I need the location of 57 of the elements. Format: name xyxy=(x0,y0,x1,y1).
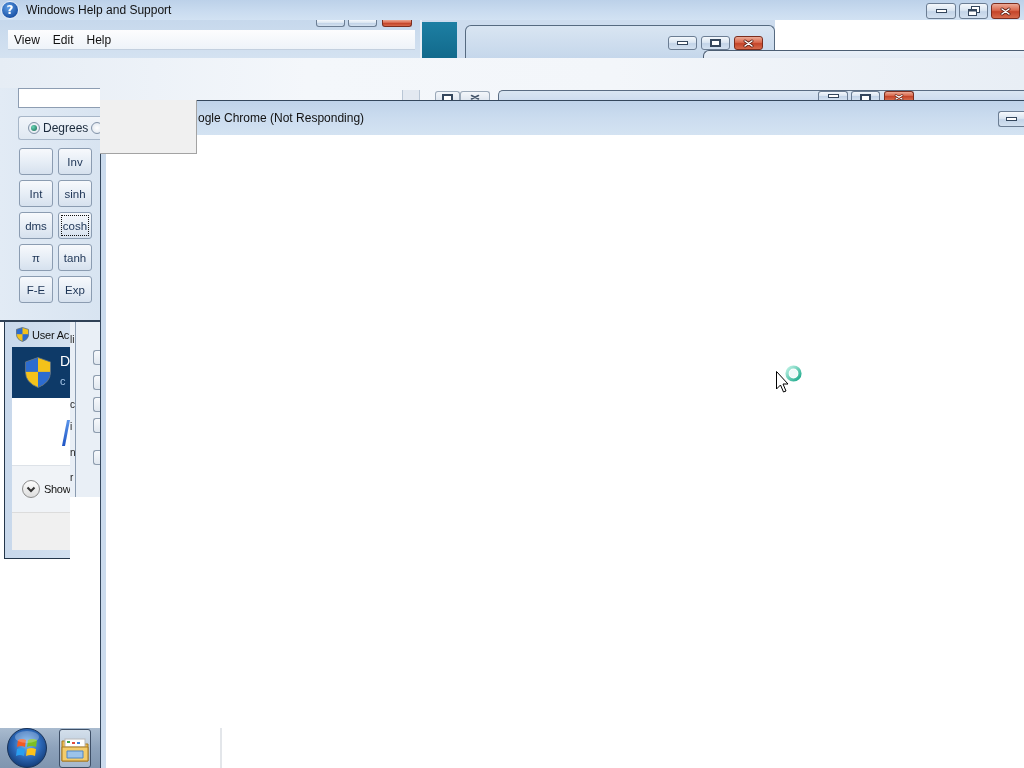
banner-heading: D xyxy=(60,353,71,370)
minimize-button[interactable] xyxy=(926,3,956,19)
option-button[interactable] xyxy=(93,397,100,412)
restore-button[interactable] xyxy=(959,3,988,19)
calculator-key[interactable]: Int xyxy=(19,180,53,207)
minimize-icon xyxy=(935,9,947,13)
close-button[interactable] xyxy=(991,3,1020,19)
maximize-button[interactable] xyxy=(701,36,730,50)
menu-item[interactable]: Edit xyxy=(46,30,80,49)
restore-icon xyxy=(967,6,980,16)
text-fragment: n xyxy=(70,447,76,459)
radio-label[interactable]: Degrees xyxy=(43,121,89,135)
folder-icon xyxy=(61,735,89,762)
text-fragment: r xyxy=(70,472,74,484)
menu-item[interactable]: Help xyxy=(80,30,118,49)
calculator-key[interactable]: π xyxy=(19,244,53,271)
calculator-key[interactable]: dms xyxy=(19,212,53,239)
window-title: User Ac xyxy=(32,328,70,341)
chevron-down-icon[interactable] xyxy=(22,480,40,498)
option-button[interactable] xyxy=(93,418,100,433)
close-button[interactable] xyxy=(734,36,763,50)
busy-cursor-icon xyxy=(776,365,802,393)
close-icon xyxy=(743,38,754,48)
maximize-icon xyxy=(710,39,721,47)
details-link[interactable]: Show xyxy=(44,483,71,495)
taskbar-button[interactable] xyxy=(59,729,91,768)
calculator-key[interactable]: Inv xyxy=(58,148,92,175)
minimize-button[interactable] xyxy=(998,111,1024,127)
minimize-button[interactable] xyxy=(668,36,697,50)
text-fragment: i xyxy=(70,421,73,433)
close-icon xyxy=(470,94,480,100)
start-button[interactable] xyxy=(5,728,49,768)
option-button[interactable] xyxy=(93,450,100,465)
menu-item[interactable]: View xyxy=(8,30,46,49)
option-button[interactable] xyxy=(93,375,100,390)
window-title: Windows Help and Support xyxy=(26,3,172,17)
option-button[interactable] xyxy=(93,350,100,365)
calculator-key[interactable]: cosh xyxy=(58,212,92,239)
calculator-key[interactable] xyxy=(19,148,53,175)
calculator-key[interactable]: F-E xyxy=(19,276,53,303)
close-button[interactable] xyxy=(382,20,412,27)
minimize-icon xyxy=(677,41,688,45)
banner-text: c xyxy=(60,375,66,388)
calculator-key[interactable]: Exp xyxy=(58,276,92,303)
text-fragment: c xyxy=(70,399,75,411)
radio-button[interactable] xyxy=(28,122,40,134)
shield-icon xyxy=(16,327,29,342)
shield-icon xyxy=(25,357,51,388)
minimize-icon xyxy=(1006,117,1017,121)
window-title: ogle Chrome (Not Responding) xyxy=(198,111,365,126)
calculator-key[interactable]: sinh xyxy=(58,180,92,207)
minimize-icon xyxy=(827,94,839,98)
close-icon xyxy=(1000,6,1011,16)
calculator-key[interactable]: tanh xyxy=(58,244,92,271)
text-fragment: li xyxy=(70,334,75,346)
window-panel xyxy=(422,22,457,58)
help-icon: ? xyxy=(1,1,19,19)
